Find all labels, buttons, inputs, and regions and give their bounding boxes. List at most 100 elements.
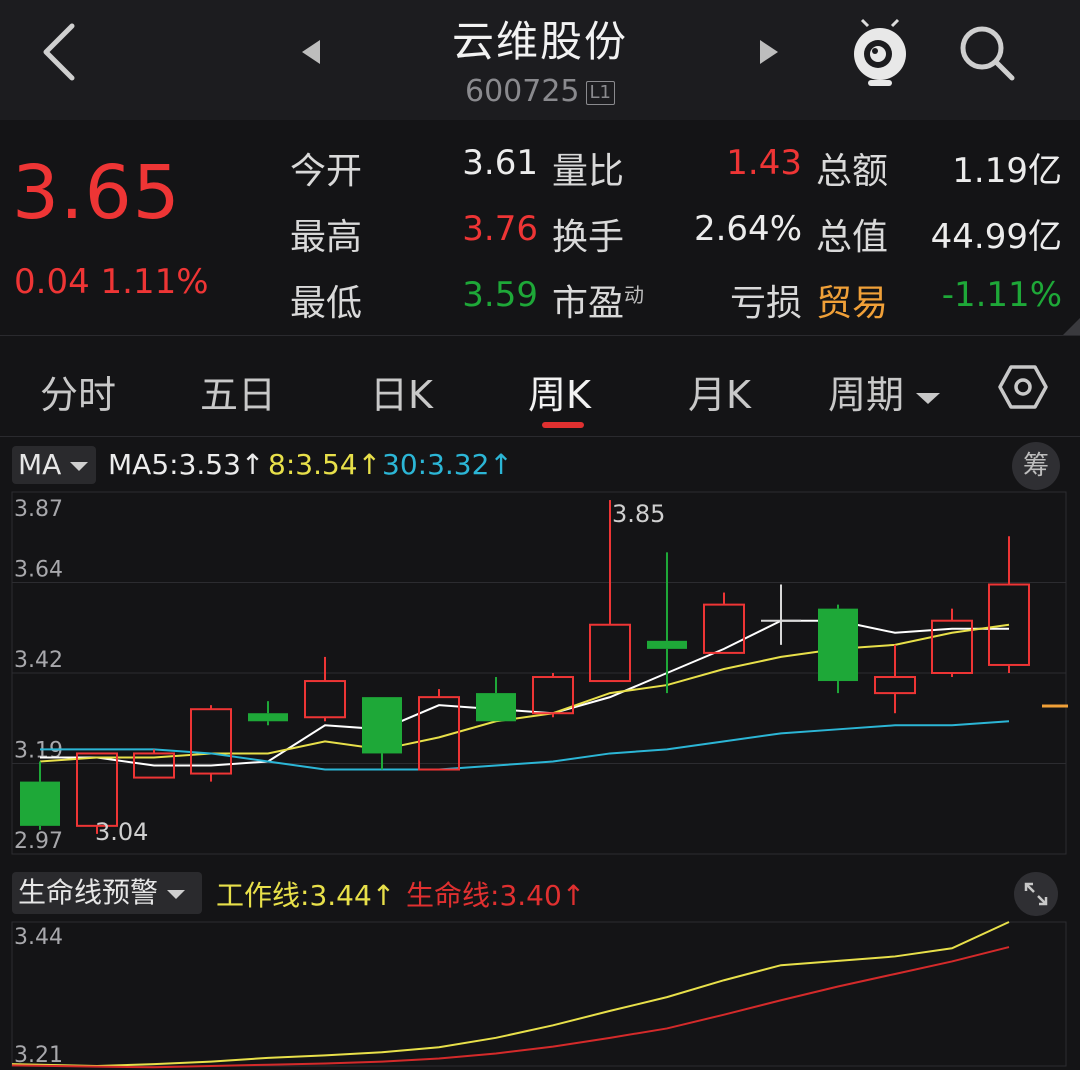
work-line-legend: 工作线:3.44↑ <box>216 874 395 914</box>
change-percent: 1.11% <box>100 262 209 302</box>
candle <box>761 584 801 645</box>
ma-line-MA5 <box>40 619 1009 767</box>
pe-ratio-value: 亏损 <box>729 283 802 324</box>
pe-ratio-label: 市盈动 <box>552 274 644 326</box>
ma8-value: 3.54↑ <box>295 448 382 481</box>
collapse-corner-icon[interactable] <box>1062 318 1080 336</box>
divider <box>0 335 1080 336</box>
y-tick-label: 3.64 <box>14 558 63 583</box>
low-label: 最低 <box>290 283 363 324</box>
ma30-label: 30: <box>382 448 428 481</box>
search-icon[interactable] <box>956 22 1018 84</box>
ma8-label: 8: <box>268 448 296 481</box>
life-line-label: 生命线: <box>406 879 500 912</box>
tab-daily-k[interactable]: 日K <box>370 364 433 419</box>
work-line-value: 3.44↑ <box>309 879 396 912</box>
candle-body <box>20 781 60 826</box>
next-stock-icon[interactable] <box>758 38 780 66</box>
turnover-rate-value: 2.64% <box>693 209 802 249</box>
life-line-legend: 生命线:3.40↑ <box>406 874 585 914</box>
candle-body <box>304 680 346 719</box>
chip-distribution-button[interactable]: 筹 <box>1012 442 1060 490</box>
stock-name: 云维股份 <box>451 17 628 66</box>
high-label: 最高 <box>290 217 363 258</box>
candle <box>362 697 402 770</box>
back-icon[interactable] <box>40 22 80 82</box>
ma30-legend: 30:3.32↑ <box>382 448 513 481</box>
candle <box>190 705 232 782</box>
volume-ratio-label: 量比 <box>552 151 625 192</box>
max-price-label: 3.85 <box>612 500 665 528</box>
chevron-down-icon <box>166 890 185 899</box>
candle <box>476 677 516 722</box>
market-cap-value: 44.99亿 <box>930 217 1062 257</box>
settings-icon[interactable] <box>998 364 1048 410</box>
ma5-label: MA5: <box>108 448 179 481</box>
life-line-chart[interactable]: 3.443.21 <box>0 918 1080 1070</box>
tab-period-label: 周期 <box>828 373 905 417</box>
min-price-label: 3.04 <box>95 818 148 846</box>
prev-stock-icon[interactable] <box>300 38 322 66</box>
life-line-value: 3.40↑ <box>499 879 586 912</box>
y-tick-label: 3.87 <box>14 497 63 522</box>
y-tick-label: 3.42 <box>14 648 63 673</box>
stock-code: 600725 <box>464 74 580 109</box>
candle-body <box>874 676 916 695</box>
industry-link[interactable]: 贸易 <box>816 274 888 326</box>
ma5-legend: MA5:3.53↑ <box>108 448 264 481</box>
low-value: 3.59 <box>462 275 538 315</box>
turnover-amount-value: 1.19亿 <box>952 151 1062 191</box>
tab-period-dropdown[interactable]: 周期 <box>828 364 941 419</box>
candle-body <box>76 752 118 827</box>
candle <box>874 644 916 714</box>
pe-ratio-text: 市盈 <box>552 283 625 324</box>
candle <box>931 608 973 678</box>
candle <box>988 536 1030 673</box>
ma5-value: 3.53↑ <box>178 448 265 481</box>
candle-body <box>362 697 402 754</box>
chevron-down-icon <box>70 462 89 471</box>
candle <box>703 592 745 654</box>
candle <box>532 673 574 718</box>
indicator-line-工作线 <box>11 921 1010 1068</box>
market-cap-label: 总值 <box>816 217 889 258</box>
candle-body <box>818 608 858 682</box>
indicator-selector[interactable]: 生命线预警 <box>12 872 202 914</box>
tab-monthly-k[interactable]: 月K <box>688 364 751 419</box>
stock-code-row: 600725 L1 <box>340 74 740 109</box>
candle-body <box>703 603 745 654</box>
candle <box>20 761 60 830</box>
candle <box>304 656 346 722</box>
ma-line-8 <box>39 623 1010 763</box>
high-value: 3.76 <box>462 209 538 249</box>
ma-selector-label: MA <box>18 448 62 481</box>
turnover-rate-label: 换手 <box>552 217 625 258</box>
tab-intraday[interactable]: 分时 <box>40 364 116 419</box>
ma-indicator-selector[interactable]: MA <box>12 446 96 484</box>
candle-body <box>476 693 516 722</box>
ma-line-30 <box>40 720 1010 771</box>
tab-weekly-k[interactable]: 周K <box>528 364 591 419</box>
candle-body <box>647 640 687 649</box>
indicator-selector-label: 生命线预警 <box>18 876 159 909</box>
change-amount: 0.04 <box>14 262 90 302</box>
divider <box>0 436 1080 437</box>
candle <box>418 689 460 771</box>
indicator-line-生命线 <box>11 946 1010 1069</box>
current-price-marker <box>1042 704 1068 708</box>
candle <box>248 701 288 726</box>
expand-icon[interactable] <box>1014 872 1058 916</box>
plot-frame <box>11 921 1067 1067</box>
active-tab-indicator <box>542 422 584 428</box>
industry-change-value: -1.11% <box>941 275 1062 315</box>
price-change: 0.04 1.11% <box>14 262 209 302</box>
chevron-down-icon <box>916 392 941 404</box>
candle <box>818 604 858 694</box>
weekly-k-chart[interactable]: 3.873.643.423.192.973.853.04 <box>0 488 1080 866</box>
y-tick-label: 2.97 <box>14 829 63 854</box>
robot-assistant-icon[interactable] <box>848 18 912 88</box>
candle-body <box>248 713 288 722</box>
tab-five-day[interactable]: 五日 <box>200 364 276 419</box>
current-price: 3.65 <box>12 150 181 236</box>
open-value: 3.61 <box>462 143 538 183</box>
